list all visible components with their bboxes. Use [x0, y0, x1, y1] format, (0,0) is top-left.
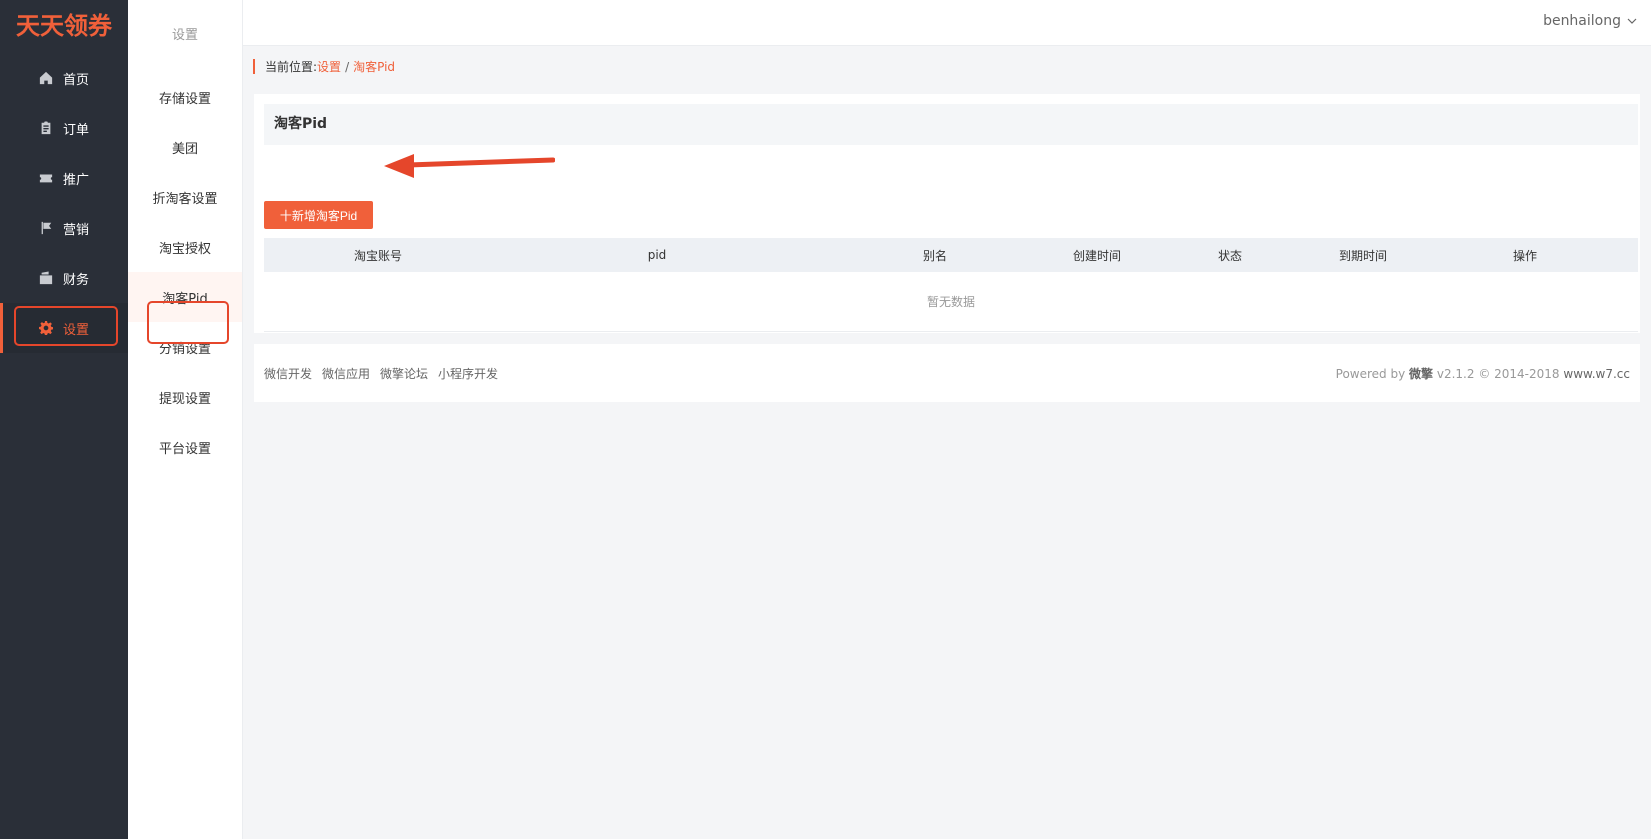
column-header: 创建时间	[1072, 248, 1121, 263]
main-nav: 首页 订单 推广 营销 财务 设置	[0, 53, 128, 353]
nav-item-home[interactable]: 首页	[0, 53, 128, 103]
nav-item-finance[interactable]: 财务	[0, 253, 128, 303]
subnav-item-platform[interactable]: 平台设置	[128, 422, 242, 472]
nav-item-marketing[interactable]: 营销	[0, 203, 128, 253]
panel-title: 淘客Pid	[264, 104, 1638, 145]
nav-item-label: 财务	[62, 272, 89, 288]
nav-item-orders[interactable]: 订单	[0, 103, 128, 153]
site-link[interactable]: www.w7.cc	[1563, 367, 1630, 381]
footer-link[interactable]: 微信应用	[322, 365, 370, 382]
footer-link[interactable]: 微擎论坛	[380, 365, 428, 382]
subnav-item-zhetaoke[interactable]: 折淘客设置	[128, 172, 242, 222]
powered-by-text: Powered by	[1335, 366, 1406, 381]
subnav-heading: 设置	[171, 28, 198, 43]
ticket-icon	[39, 171, 53, 185]
empty-state: 暂无数据	[264, 272, 1638, 332]
breadcrumb: 当前位置: 设置 / 淘客Pid	[253, 59, 395, 74]
wallet-icon	[39, 271, 53, 285]
subnav-item-taoke-pid[interactable]: 淘客Pid	[128, 272, 242, 322]
home-icon	[39, 71, 53, 85]
app-logo[interactable]: 天天领券	[0, 0, 128, 46]
column-header: 操作	[1512, 248, 1537, 263]
column-header: pid	[647, 248, 667, 262]
subnav-item-withdraw[interactable]: 提现设置	[128, 372, 242, 422]
footer-links: 微信开发 微信应用 微擎论坛 小程序开发	[264, 365, 498, 382]
column-header: 淘宝账号	[353, 248, 402, 263]
breadcrumb-separator: /	[345, 59, 350, 74]
pid-panel: 淘客Pid 十新增淘客Pid 淘宝账号 pid 别名 创建时间 状态 到期时间 …	[254, 94, 1640, 365]
add-pid-button[interactable]: 十新增淘客Pid	[264, 201, 373, 229]
nav-item-label: 推广	[62, 172, 89, 188]
nav-item-label: 订单	[62, 122, 89, 138]
copyright: Powered by 微擎 v2.1.2 © 2014-2018 www.w7.…	[1336, 365, 1630, 382]
subnav-item-storage[interactable]: 存储设置	[128, 72, 242, 122]
main-content: 当前位置: 设置 / 淘客Pid 淘客Pid 十新增淘客Pid 淘宝账号 pid…	[243, 46, 1651, 839]
chevron-down-icon	[1627, 18, 1637, 24]
version-text: v2.1.2 © 2014-2018	[1436, 366, 1560, 381]
user-menu[interactable]: benhailong	[1543, 13, 1637, 29]
breadcrumb-prefix: 当前位置:	[265, 60, 318, 74]
column-header: 状态	[1217, 248, 1242, 263]
username: benhailong	[1543, 13, 1621, 29]
breadcrumb-link-settings[interactable]: 设置	[317, 58, 341, 75]
footer-link[interactable]: 微信开发	[264, 365, 312, 382]
main-sidebar: 天天领券 首页 订单 推广 营销 财务 设置	[0, 0, 128, 839]
flag-icon	[39, 221, 53, 235]
subnav-item-meituan[interactable]: 美团	[128, 122, 242, 172]
settings-subnav: 设置 存储设置 美团 折淘客设置 淘宝授权 淘客Pid 分销设置 提现设置 平台…	[128, 0, 243, 839]
breadcrumb-link-current[interactable]: 淘客Pid	[353, 58, 395, 75]
pid-table: 淘宝账号 pid 别名 创建时间 状态 到期时间 操作 暂无数据	[264, 238, 1638, 332]
nav-item-label: 营销	[62, 222, 89, 238]
brand-name: 微擎	[1409, 366, 1434, 381]
column-header: 别名	[922, 248, 947, 263]
footer: 微信开发 微信应用 微擎论坛 小程序开发 Powered by 微擎 v2.1.…	[254, 344, 1640, 402]
order-icon	[39, 121, 53, 135]
table-header: 淘宝账号 pid 别名 创建时间 状态 到期时间 操作	[264, 238, 1638, 272]
subnav-item-taobao-auth[interactable]: 淘宝授权	[128, 222, 242, 272]
nav-item-label: 首页	[62, 72, 89, 88]
column-header: 到期时间	[1338, 248, 1387, 263]
nav-item-settings[interactable]: 设置	[0, 303, 128, 353]
top-header: benhailong	[128, 0, 1651, 46]
footer-link[interactable]: 小程序开发	[438, 365, 498, 382]
nav-item-label: 设置	[62, 322, 89, 338]
gear-icon	[38, 321, 53, 335]
subnav-item-distribution[interactable]: 分销设置	[128, 322, 242, 372]
nav-item-promote[interactable]: 推广	[0, 153, 128, 203]
